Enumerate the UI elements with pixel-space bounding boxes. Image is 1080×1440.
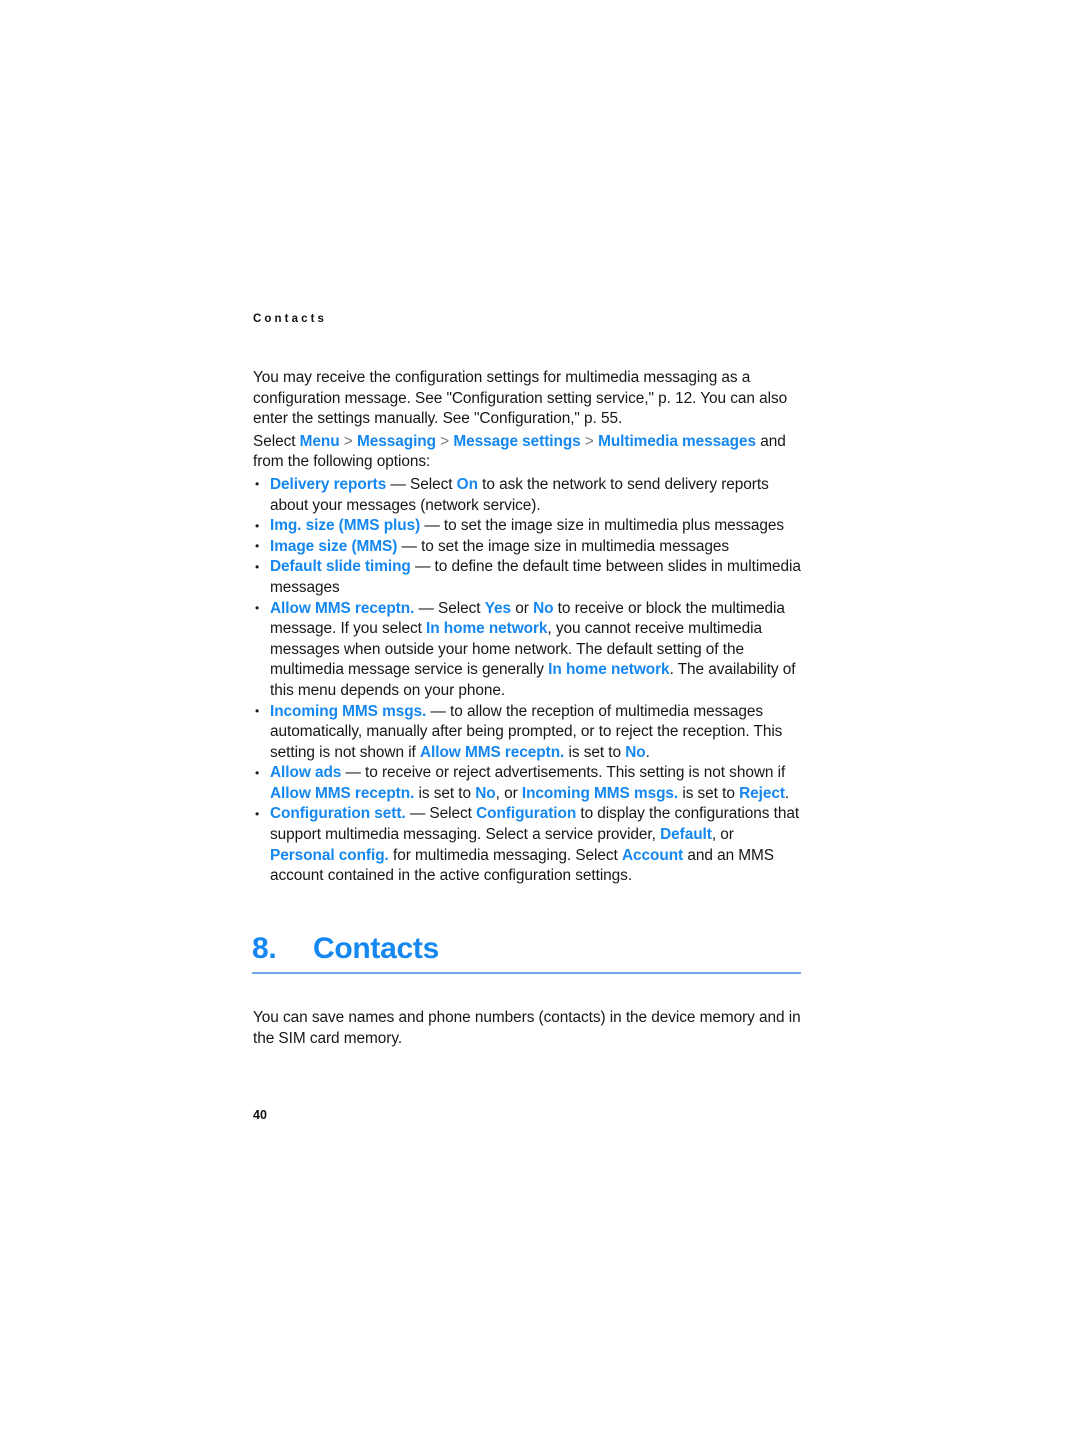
option-keyword[interactable]: Configuration [476, 805, 576, 822]
chapter-heading: 8. Contacts [252, 932, 801, 966]
option-text: — Select [414, 599, 485, 617]
content-column: You may receive the configuration settin… [253, 368, 801, 887]
chapter-intro-block: You can save names and phone numbers (co… [253, 1008, 805, 1049]
intro-paragraph: You may receive the configuration settin… [253, 369, 788, 428]
option-keyword[interactable]: Incoming MMS msgs. [522, 785, 678, 802]
option-keyword[interactable]: Personal config. [270, 847, 389, 864]
path-separator-2: > [435, 432, 454, 450]
menu-item-message-settings[interactable]: Message settings [453, 433, 580, 450]
menu-path-line: Select Menu > Messaging > Message settin… [253, 432, 801, 473]
option-item-img-size-mms-plus: Img. size (MMS plus) — to set the image … [253, 516, 801, 537]
option-item-default-slide-timing: Default slide timing — to define the def… [253, 557, 801, 598]
option-keyword[interactable]: Allow MMS receptn. [420, 744, 564, 761]
chapter-intro-paragraph: You can save names and phone numbers (co… [253, 1009, 801, 1047]
option-text: is set to [678, 784, 740, 802]
chapter-number: 8. [252, 932, 277, 965]
option-text: is set to [564, 743, 626, 761]
option-item-image-size-mms: Image size (MMS) — to set the image size… [253, 536, 801, 558]
option-text: — to set the image size in multimedia pl… [420, 517, 785, 535]
option-text: — Select [405, 805, 477, 823]
option-keyword[interactable]: Configuration sett. [270, 805, 406, 822]
option-keyword[interactable]: No [475, 785, 495, 802]
option-text: — to receive or reject advertisements. T… [341, 764, 786, 782]
chapter-heading-block: 8. Contacts [252, 932, 801, 974]
option-item-configuration-sett: Configuration sett. — Select Configurati… [253, 804, 801, 886]
page-number: 40 [253, 1108, 267, 1122]
option-keyword[interactable]: Default [660, 826, 712, 843]
menu-item-multimedia-messages[interactable]: Multimedia messages [598, 433, 756, 450]
option-keyword[interactable]: Image size (MMS) [270, 538, 397, 555]
option-keyword[interactable]: In home network [548, 661, 669, 678]
option-text: , or [711, 826, 734, 844]
option-text: or [511, 599, 534, 617]
option-keyword[interactable]: Reject [739, 785, 785, 802]
option-keyword[interactable]: On [457, 476, 478, 493]
option-text: . [784, 784, 790, 802]
option-text: , or [495, 784, 522, 802]
option-item-delivery-reports: Delivery reports — Select On to ask the … [253, 474, 801, 516]
option-text: . [645, 743, 650, 761]
option-keyword[interactable]: Account [622, 847, 683, 864]
settings-option-list: Delivery reports — Select On to ask the … [253, 474, 801, 887]
option-text: is set to [414, 784, 476, 802]
manual-page: Contacts You may receive the configurati… [0, 0, 1080, 1440]
option-keyword[interactable]: Incoming MMS msgs. [270, 703, 426, 720]
option-keyword[interactable]: Default slide timing [270, 558, 411, 575]
running-header: Contacts [253, 313, 328, 325]
option-keyword[interactable]: Allow MMS receptn. [270, 600, 414, 617]
menu-item-messaging[interactable]: Messaging [357, 433, 436, 450]
option-keyword[interactable]: Yes [485, 600, 511, 617]
option-item-incoming-mms-msgs: Incoming MMS msgs. — to allow the recept… [253, 701, 801, 764]
option-keyword[interactable]: Delivery reports [270, 476, 386, 493]
option-keyword[interactable]: No [533, 600, 553, 617]
option-item-allow-mms-receptn: Allow MMS receptn. — Select Yes or No to… [253, 598, 801, 702]
option-keyword[interactable]: Img. size (MMS plus) [270, 517, 420, 534]
option-keyword[interactable]: No [625, 744, 645, 761]
option-text: — to set the image size in multimedia me… [397, 537, 730, 555]
option-keyword[interactable]: In home network [426, 620, 547, 637]
option-keyword[interactable]: Allow ads [270, 764, 341, 781]
chapter-divider [252, 972, 801, 974]
option-keyword[interactable]: Allow MMS receptn. [270, 785, 414, 802]
page-title: Contacts [313, 932, 439, 965]
path-separator-1: > [339, 432, 357, 450]
option-text: for multimedia messaging. Select [388, 846, 622, 864]
option-item-allow-ads: Allow ads — to receive or reject adverti… [253, 763, 801, 804]
menu-path-lead: Select [253, 432, 300, 450]
menu-item-menu[interactable]: Menu [300, 433, 340, 450]
path-separator-3: > [580, 432, 599, 450]
option-text: — Select [386, 475, 457, 493]
